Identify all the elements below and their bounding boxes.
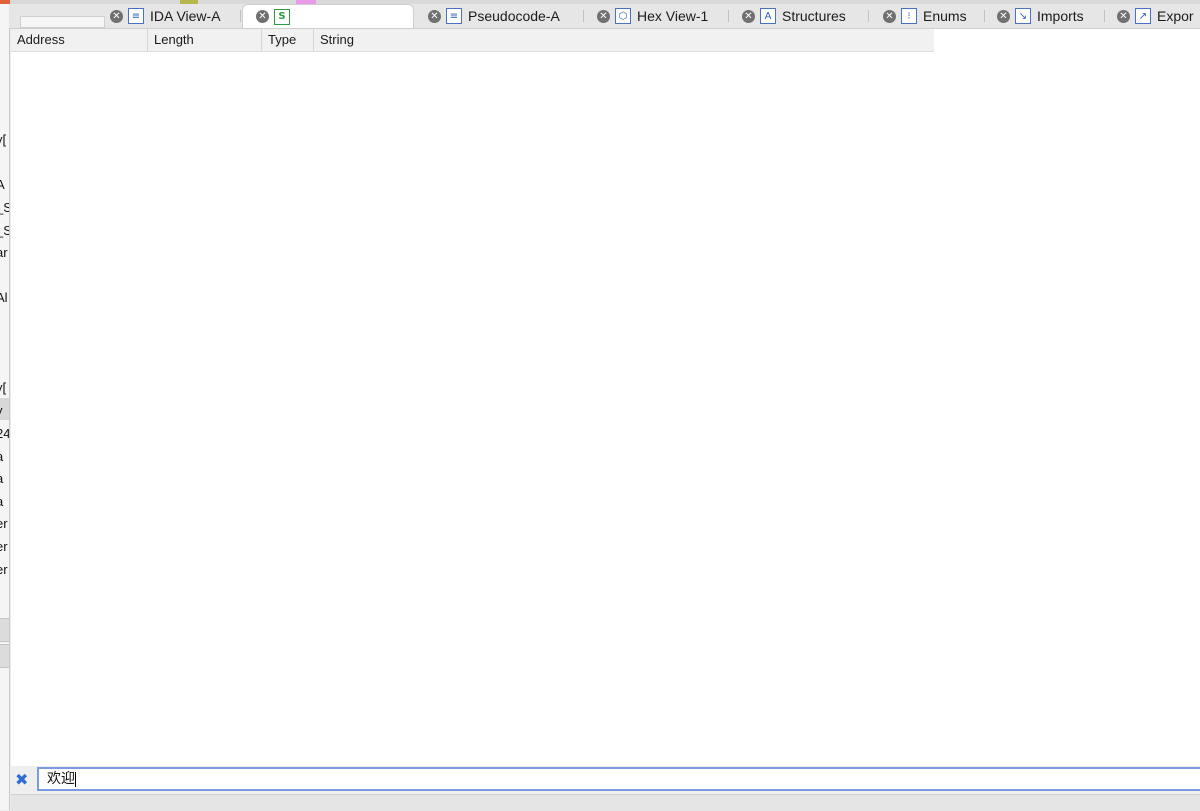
left-panel-text: er [0,539,8,554]
strings-table-view[interactable]: Address Length Type String [11,29,1200,766]
close-icon[interactable]: ✕ [110,9,123,23]
close-icon[interactable]: ✕ [428,9,441,23]
left-panel-text: Al [0,290,8,305]
status-bar [11,794,1200,811]
close-icon[interactable]: ✕ [1117,9,1130,23]
tab-separator [583,10,584,22]
pseudocode-icon: ≡ [446,8,462,24]
structures-icon: A [760,8,776,24]
column-header-type[interactable]: Type [262,29,314,51]
tab-separator [868,10,869,22]
close-icon[interactable]: ✕ [256,10,269,23]
hex-view-icon: ⬡ [615,8,631,24]
tab-separator [1104,10,1105,22]
quick-filter-bar: ✖ 欢迎 [11,766,1200,794]
quick-filter-input[interactable]: 欢迎 [37,767,1200,791]
tab-label: Hex View-1 [637,8,709,24]
tab-structures[interactable]: ✕ A Structures [742,4,846,28]
left-panel-text: y[ [0,132,7,147]
left-panel-text: y [0,403,9,419]
quick-filter-value: 欢迎 [47,771,75,787]
exports-icon: ↗ [1135,8,1151,24]
left-panel-text: ar [0,245,8,260]
tab-bar: ✕ ≡ IDA View-A ✕ S ✕ ≡ Pseudocode-A ✕ ⬡ … [9,4,1200,29]
left-panel-text: a [0,494,9,510]
tab-hex-view-1[interactable]: ✕ ⬡ Hex View-1 [597,4,708,28]
imports-icon: ↘ [1015,8,1031,24]
close-icon[interactable]: ✕ [883,9,896,23]
ida-view-icon: ≡ [128,8,144,24]
left-panel-scroll-control[interactable] [0,644,9,668]
tab-bar-field [20,16,105,28]
column-header-address[interactable]: Address [11,29,148,51]
tab-label: Imports [1037,8,1084,24]
tab-label: Enums [923,8,967,24]
tab-label: Expor [1157,8,1194,24]
tab-enums[interactable]: ✕ ⁝ Enums [883,4,967,28]
tab-separator [728,10,729,22]
left-panel-text: er [0,562,8,577]
tab-pseudocode-a[interactable]: ✕ ≡ Pseudocode-A [428,4,560,28]
left-panel-text: y[ [0,380,7,395]
left-panel-text: 24 [0,426,10,441]
left-panel-text: a [0,449,9,465]
left-panel-text: _S [0,223,9,239]
tab-separator [240,10,241,22]
close-icon[interactable]: ✕ [742,9,755,23]
tab-ida-view-a[interactable]: ✕ ≡ IDA View-A [110,4,221,28]
tab-label: Pseudocode-A [468,8,560,24]
strings-window-icon: S [274,8,290,25]
left-panel-text: er [0,516,8,531]
text-caret [75,771,76,787]
tab-separator [984,10,985,22]
tab-label: IDA View-A [150,8,221,24]
tab-imports[interactable]: ✕ ↘ Imports [997,4,1084,28]
left-panel-scroll-control[interactable] [0,618,9,642]
left-panel-text: _S [0,200,9,216]
left-panel-text: A [0,177,9,193]
clear-filter-icon[interactable]: ✖ [15,772,29,788]
tab-label: Structures [782,8,846,24]
table-header: Address Length Type String [11,29,934,52]
tab-strings-window[interactable]: ✕ S [242,4,414,28]
close-icon[interactable]: ✕ [997,9,1010,23]
column-header-string[interactable]: String [314,29,934,51]
column-header-length[interactable]: Length [148,29,262,51]
left-panel-text: a [0,471,9,487]
close-icon[interactable]: ✕ [597,9,610,23]
left-clipped-panel[interactable]: y[ A _S _S ar Al y[ y 24 a a a er er er [0,4,10,810]
tab-exports[interactable]: ✕ ↗ Expor [1117,4,1194,28]
enums-icon: ⁝ [901,8,917,24]
